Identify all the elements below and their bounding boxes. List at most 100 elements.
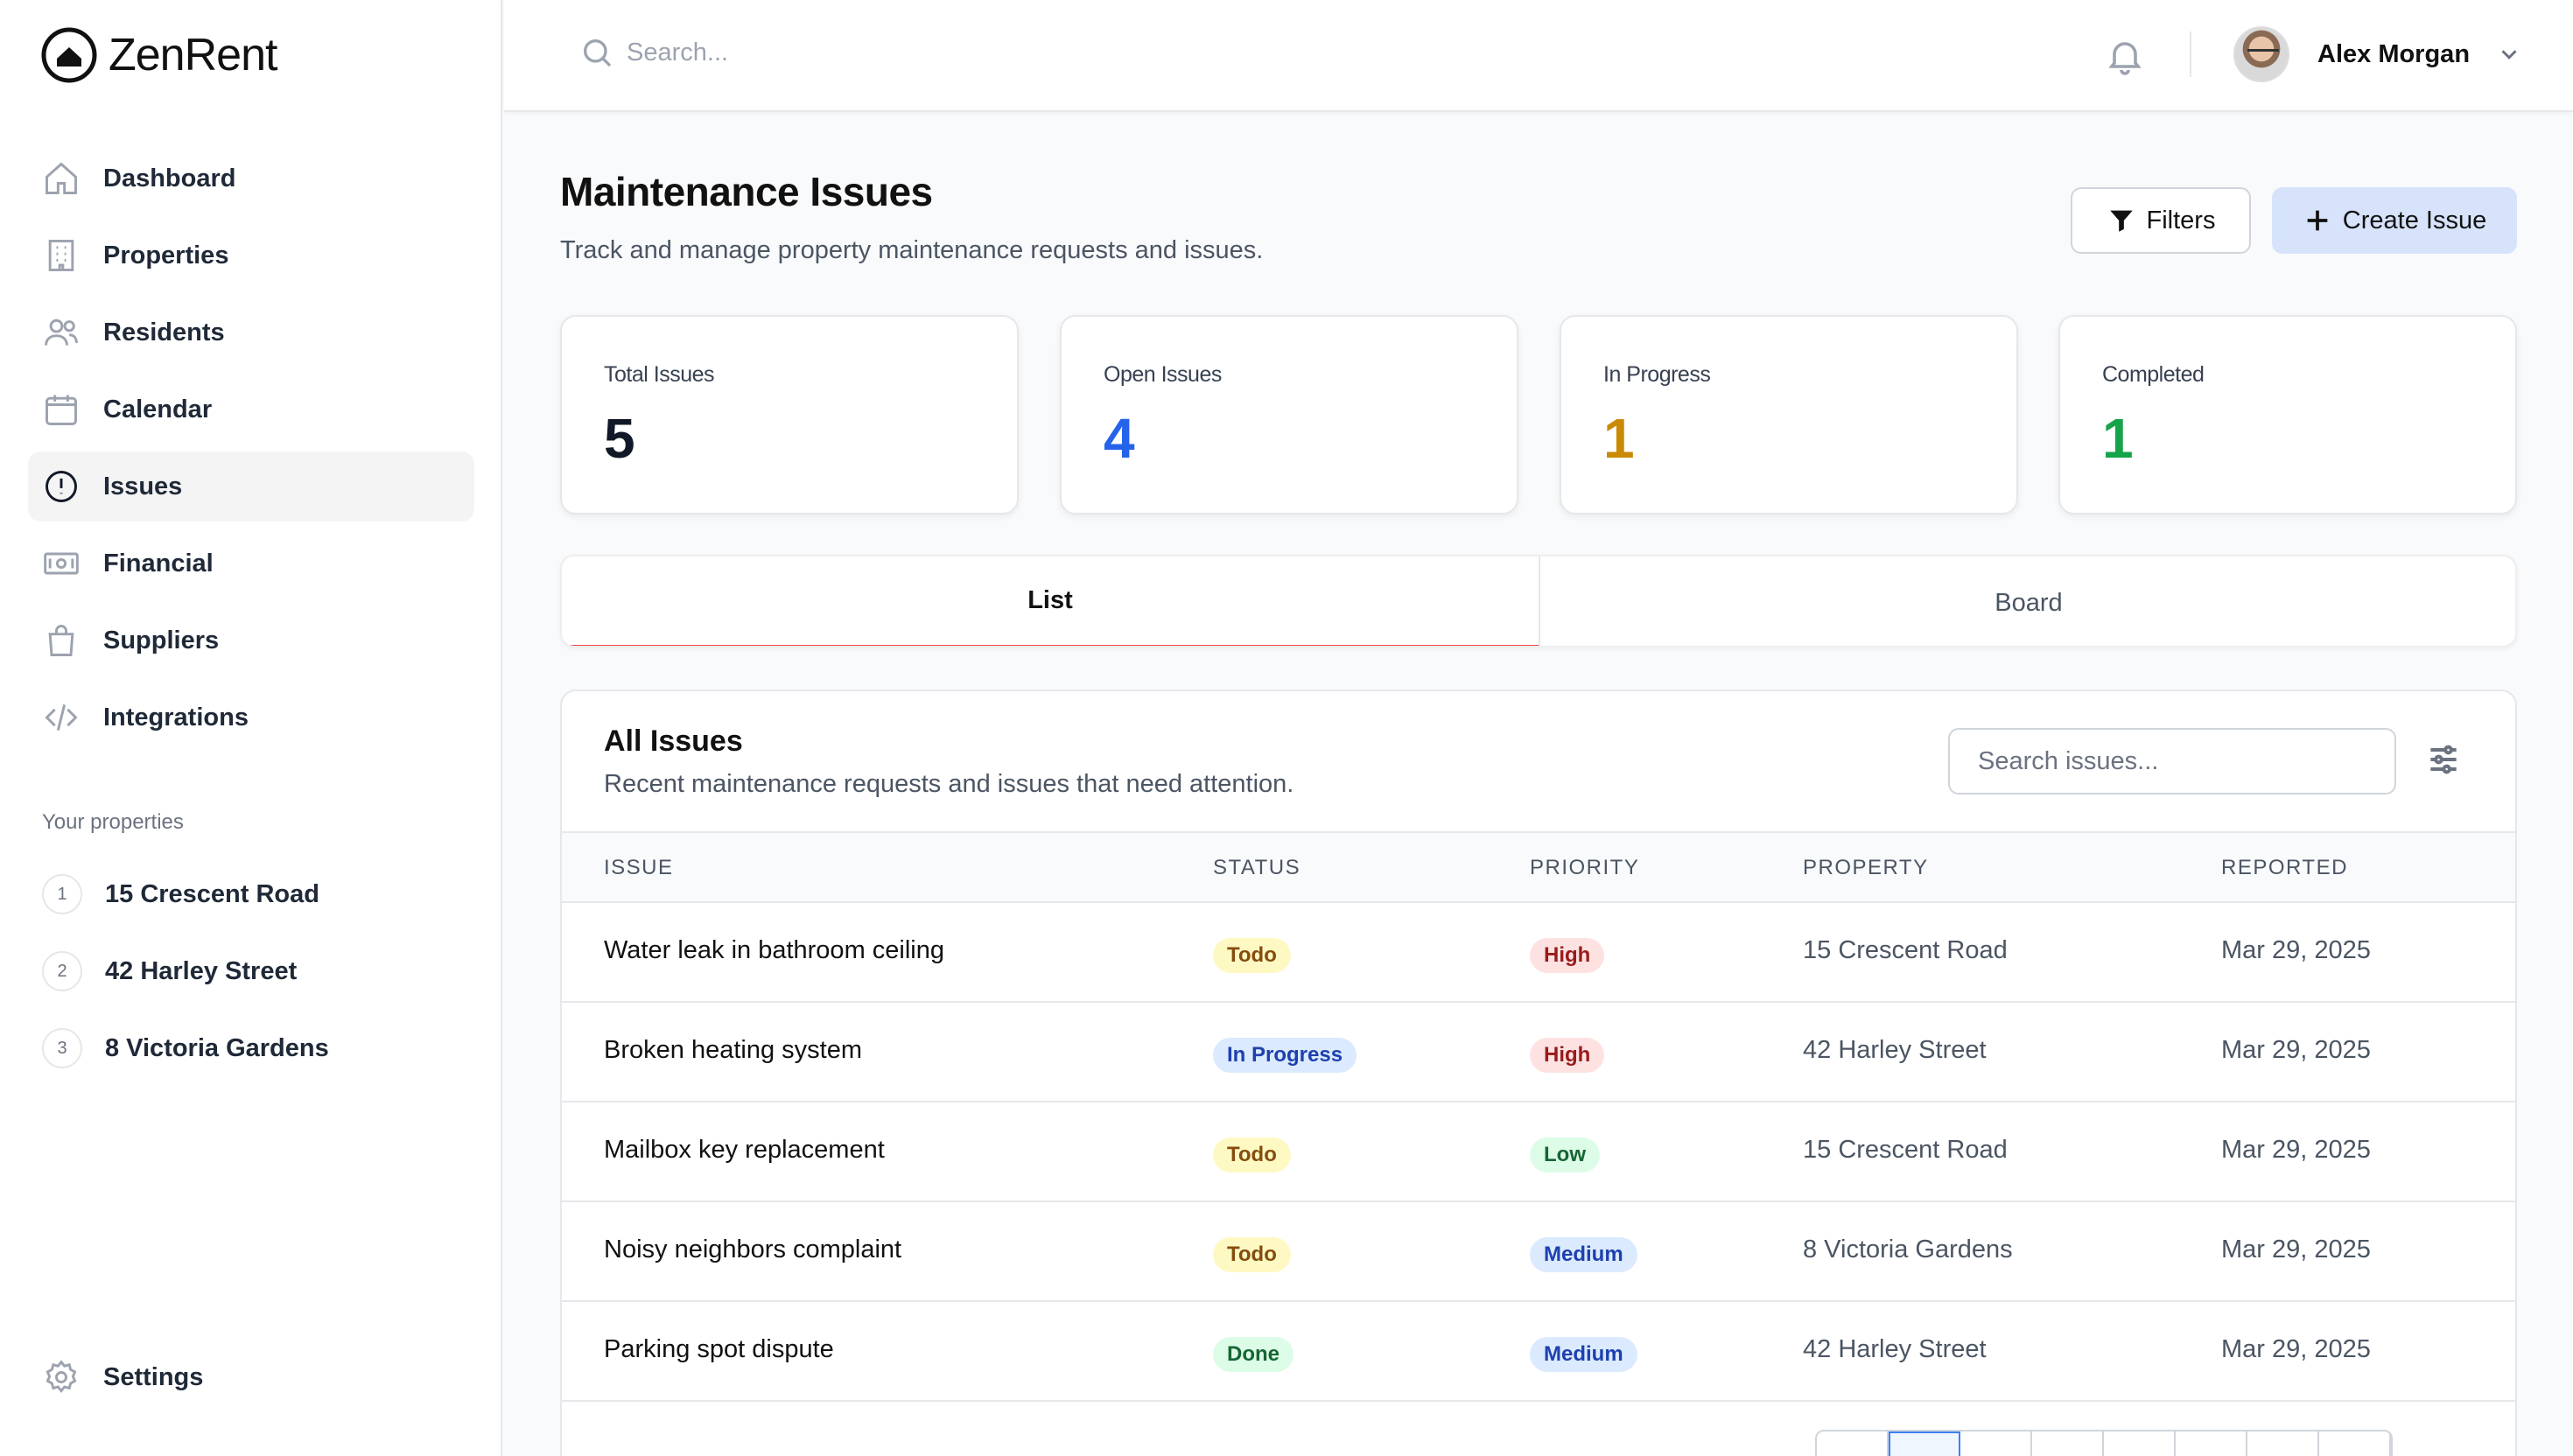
pagination-page[interactable] — [1889, 1432, 1960, 1456]
priority-badge: Low — [1530, 1138, 1600, 1172]
filters-button[interactable]: Filters — [2071, 187, 2251, 254]
column-header[interactable]: ISSUE — [604, 856, 674, 880]
logo-icon — [41, 27, 97, 83]
stat-label: In Progress — [1603, 362, 1711, 387]
app-name: ZenRent — [109, 30, 277, 80]
notifications-button[interactable] — [2104, 35, 2146, 77]
settings-label: Settings — [103, 1362, 204, 1391]
stat-value: 1 — [2102, 407, 2134, 470]
create-issue-button[interactable]: Create Issue — [2272, 187, 2517, 254]
issue-title: Water leak in bathroom ceiling — [604, 936, 944, 964]
sidebar-item-dashboard[interactable]: Dashboard — [28, 144, 474, 214]
table-row[interactable]: Water leak in bathroom ceiling Todo High… — [562, 903, 2515, 1003]
stat-card-in-progress: In Progress 1 — [1560, 315, 2018, 514]
pagination-page[interactable] — [2176, 1432, 2247, 1456]
issues-card: All Issues Recent maintenance requests a… — [560, 690, 2517, 1456]
sliders-icon — [2430, 745, 2457, 774]
stat-label: Completed — [2102, 362, 2205, 387]
pagination-page[interactable] — [2247, 1432, 2319, 1456]
issues-card-title: All Issues — [604, 724, 743, 758]
property-name: 8 Victoria Gardens — [1803, 1236, 2013, 1264]
issue-title: Noisy neighbors complaint — [604, 1236, 902, 1264]
sidebar-nav: Dashboard Properties Residents Calendar … — [28, 144, 474, 760]
bell-icon — [2108, 42, 2142, 75]
sidebar-item-label: Financial — [103, 549, 214, 578]
search-input[interactable] — [627, 38, 1152, 67]
status-badge: In Progress — [1213, 1038, 1357, 1073]
page-subtitle: Track and manage property maintenance re… — [560, 236, 1264, 264]
global-search — [579, 35, 1152, 70]
tab-list[interactable]: List — [562, 556, 1539, 646]
stat-value: 4 — [1104, 407, 1135, 470]
create-issue-label: Create Issue — [2342, 206, 2487, 234]
column-settings-button[interactable] — [2424, 740, 2463, 779]
pagination-page[interactable] — [2104, 1432, 2176, 1456]
pagination — [1815, 1430, 2393, 1456]
pagination-page[interactable] — [2032, 1432, 2104, 1456]
sidebar-item-residents[interactable]: Residents — [28, 298, 474, 368]
property-item[interactable]: 1 15 Crescent Road — [28, 859, 474, 929]
property-item[interactable]: 3 8 Victoria Gardens — [28, 1013, 474, 1083]
topbar: Alex Morgan — [504, 0, 2573, 112]
property-label: 15 Crescent Road — [105, 879, 319, 908]
topbar-divider — [2190, 32, 2191, 77]
sidebar-item-properties[interactable]: Properties — [28, 220, 474, 290]
reported-date: Mar 29, 2025 — [2221, 1136, 2371, 1164]
table-header: ISSUE STATUS PRIORITY PROPERTY REPORTED — [562, 831, 2515, 903]
sidebar-item-integrations[interactable]: Integrations — [28, 682, 474, 752]
priority-badge: High — [1530, 1038, 1605, 1073]
alert-circle-icon — [42, 467, 81, 506]
sidebar-item-label: Properties — [103, 241, 229, 270]
issues-search-input[interactable] — [1948, 728, 2396, 794]
user-menu[interactable]: Alex Morgan — [2233, 26, 2522, 82]
gear-icon — [46, 1360, 77, 1393]
status-badge: Todo — [1213, 938, 1291, 973]
column-header[interactable]: PROPERTY — [1803, 856, 1929, 880]
pagination-prev-button[interactable] — [1817, 1432, 1889, 1456]
home-icon — [42, 159, 81, 198]
reported-date: Mar 29, 2025 — [2221, 936, 2371, 964]
properties-section-label: Your properties — [42, 810, 184, 834]
sidebar: ZenRent Dashboard Properties Residents C… — [0, 0, 502, 1456]
stat-label: Open Issues — [1104, 362, 1222, 387]
status-badge: Todo — [1213, 1138, 1291, 1172]
banknote-icon — [42, 544, 81, 583]
table-row[interactable]: Broken heating system In Progress High 4… — [562, 1003, 2515, 1102]
pagination-next-button[interactable] — [2319, 1432, 2391, 1456]
table-row[interactable]: Parking spot dispute Done Medium 42 Harl… — [562, 1302, 2515, 1402]
app-logo[interactable]: ZenRent — [40, 26, 277, 84]
calendar-icon — [42, 390, 81, 429]
sidebar-item-suppliers[interactable]: Suppliers — [28, 606, 474, 676]
sidebar-item-settings[interactable]: Settings — [42, 1358, 203, 1396]
property-name: 15 Crescent Road — [1803, 1136, 2008, 1164]
column-header[interactable]: PRIORITY — [1530, 856, 1639, 880]
reported-date: Mar 29, 2025 — [2221, 1036, 2371, 1064]
tab-board[interactable]: Board — [1540, 556, 2515, 646]
stat-card-completed: Completed 1 — [2058, 315, 2517, 514]
property-item[interactable]: 2 42 Harley Street — [28, 936, 474, 1006]
reported-date: Mar 29, 2025 — [2221, 1335, 2371, 1363]
filters-label: Filters — [2146, 206, 2216, 234]
stat-label: Total Issues — [604, 362, 715, 387]
sidebar-item-issues[interactable]: Issues — [28, 452, 474, 522]
status-badge: Done — [1213, 1337, 1294, 1372]
code-icon — [42, 698, 81, 737]
user-name: Alex Morgan — [2317, 39, 2471, 68]
sidebar-item-calendar[interactable]: Calendar — [28, 374, 474, 444]
sidebar-item-financial[interactable]: Financial — [28, 528, 474, 598]
property-name: 42 Harley Street — [1803, 1036, 1987, 1064]
property-name: 15 Crescent Road — [1803, 936, 2008, 964]
table-row[interactable]: Noisy neighbors complaint Todo Medium 8 … — [562, 1202, 2515, 1302]
chevron-down-icon — [2496, 41, 2522, 67]
property-name: 42 Harley Street — [1803, 1335, 1987, 1363]
stat-value: 5 — [604, 407, 635, 470]
stat-card-open: Open Issues 4 — [1060, 315, 1518, 514]
sidebar-item-label: Integrations — [103, 703, 249, 732]
search-icon — [584, 39, 612, 67]
avatar — [2233, 26, 2289, 82]
table-row[interactable]: Mailbox key replacement Todo Low 15 Cres… — [562, 1102, 2515, 1202]
pagination-page[interactable] — [1960, 1432, 2032, 1456]
column-header[interactable]: REPORTED — [2221, 856, 2348, 880]
column-header[interactable]: STATUS — [1213, 856, 1301, 880]
page-title: Maintenance Issues — [560, 169, 933, 214]
